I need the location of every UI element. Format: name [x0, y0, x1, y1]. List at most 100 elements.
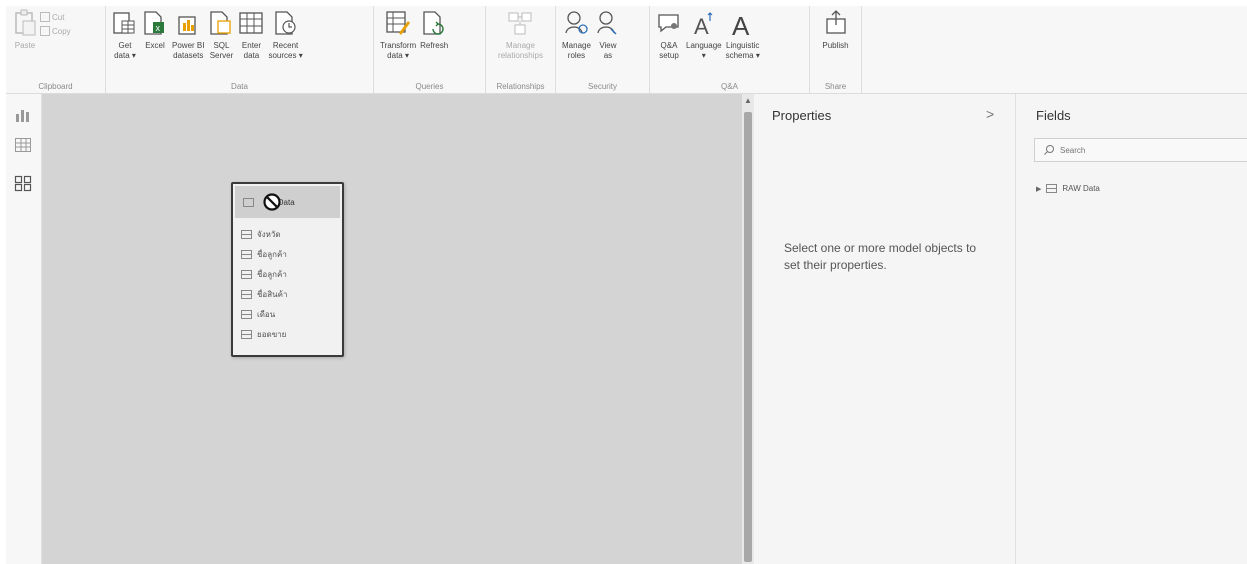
- fields-search-box[interactable]: [1034, 138, 1247, 162]
- paste-label: Paste: [14, 41, 36, 50]
- table-field-row[interactable]: จังหวัด: [241, 224, 342, 244]
- relationships-group-label: Relationships: [496, 82, 545, 91]
- view-as-button[interactable]: View as: [593, 8, 623, 61]
- column-icon: [241, 229, 252, 239]
- properties-title: Properties: [772, 108, 832, 123]
- qa-setup-icon: [656, 8, 682, 38]
- column-icon: [241, 249, 252, 259]
- table-field-row[interactable]: ยอดขาย: [241, 324, 342, 344]
- qa-setup-button[interactable]: Q&A setup: [654, 8, 684, 61]
- cut-label: Cut: [52, 12, 65, 22]
- manage-roles-label: Manage roles: [562, 41, 591, 60]
- paste-icon: [12, 8, 38, 38]
- view-switcher: [6, 94, 42, 564]
- table-field-row[interactable]: ชื่อลูกค้า: [241, 244, 342, 264]
- linguistic-schema-icon: A: [730, 8, 756, 38]
- language-button[interactable]: A Language ▾: [684, 8, 724, 61]
- recent-sources-button[interactable]: Recent sources ▾: [266, 8, 304, 61]
- table-card[interactable]: W Data จังหวัด ชื่อลูกค้า ชื่อลูกค้า ชื่อสิ…: [231, 182, 344, 357]
- refresh-button[interactable]: Refresh: [418, 8, 450, 51]
- data-view-icon[interactable]: [14, 136, 32, 154]
- share-group: Publish Share: [810, 6, 862, 94]
- view-as-icon: [595, 8, 621, 38]
- manage-relationships-button[interactable]: Manage relationships: [496, 8, 545, 61]
- power-bi-datasets-label: Power BI datasets: [172, 41, 205, 60]
- column-icon: [241, 329, 252, 339]
- collapse-properties-icon[interactable]: >: [986, 106, 994, 122]
- qa-setup-label: Q&A setup: [659, 41, 679, 60]
- column-icon: [241, 309, 252, 319]
- excel-label: Excel: [145, 41, 165, 50]
- manage-relationships-label: Manage relationships: [498, 41, 543, 60]
- column-icon: [241, 289, 252, 299]
- table-field-row[interactable]: ชื่อลูกค้า: [241, 264, 342, 284]
- data-group-label: Data: [231, 82, 248, 91]
- copy-label: Copy: [52, 26, 71, 36]
- enter-data-label: Enter data: [241, 41, 262, 60]
- get-data-button[interactable]: Get data ▾: [110, 8, 140, 61]
- datasets-icon: [175, 8, 201, 38]
- fields-table-label: RAW Data: [1062, 184, 1100, 193]
- power-bi-window: Paste Cut Copy Clipboard Get data ▾ x Ex…: [0, 0, 1247, 564]
- scrollbar-thumb[interactable]: [744, 112, 752, 562]
- recent-sources-icon: [273, 8, 299, 38]
- publish-button[interactable]: Publish: [820, 8, 850, 51]
- language-icon: A: [691, 8, 717, 38]
- not-allowed-cursor-icon: [263, 193, 281, 211]
- svg-text:A: A: [732, 11, 750, 37]
- expand-caret-icon[interactable]: ▶: [1036, 185, 1041, 193]
- data-group: Get data ▾ x Excel Power BI datasets SQL…: [106, 6, 374, 94]
- language-label: Language ▾: [686, 41, 722, 60]
- fields-table-item[interactable]: ▶ RAW Data: [1036, 184, 1100, 193]
- svg-text:x: x: [156, 23, 161, 33]
- properties-pane: Properties > Select one or more model ob…: [754, 94, 1016, 564]
- get-data-label: Get data ▾: [114, 41, 136, 60]
- queries-group-label: Queries: [415, 82, 444, 91]
- table-field-label: ชื่อลูกค้า: [257, 249, 287, 259]
- linguistic-schema-button[interactable]: A Linguistic schema ▾: [724, 8, 762, 61]
- table-field-label: ชื่อสินค้า: [257, 289, 288, 299]
- search-icon: [1044, 145, 1054, 155]
- excel-button[interactable]: x Excel: [140, 8, 170, 51]
- table-field-row[interactable]: ชื่อสินค้า: [241, 284, 342, 304]
- refresh-icon: [421, 8, 447, 38]
- paste-button[interactable]: Paste: [10, 8, 40, 51]
- table-field-row[interactable]: เดือน: [241, 304, 342, 324]
- power-bi-datasets-button[interactable]: Power BI datasets: [170, 8, 206, 61]
- copy-icon: [40, 26, 50, 36]
- publish-label: Publish: [822, 41, 849, 50]
- table-field-label: ชื่อลูกค้า: [257, 269, 287, 279]
- clipboard-group-label: Clipboard: [38, 82, 73, 91]
- copy-button[interactable]: Copy: [40, 24, 71, 38]
- table-field-label: ยอดขาย: [257, 329, 287, 339]
- transform-data-button[interactable]: Transform data ▾: [378, 8, 418, 61]
- fields-search-input[interactable]: [1060, 145, 1240, 155]
- enter-data-icon: [238, 8, 264, 38]
- get-data-icon: [112, 8, 138, 38]
- table-card-header[interactable]: W Data: [235, 186, 340, 218]
- sql-server-button[interactable]: SQL Server: [206, 8, 236, 61]
- transform-data-label: Transform data ▾: [380, 41, 417, 60]
- table-icon: [1046, 184, 1058, 193]
- manage-roles-button[interactable]: Manage roles: [560, 8, 593, 61]
- roles-icon: [563, 8, 589, 38]
- qa-group-label: Q&A: [721, 82, 738, 91]
- scroll-up-button[interactable]: ▲: [742, 94, 754, 108]
- transform-data-icon: [385, 8, 411, 38]
- table-icon: [243, 197, 254, 207]
- vertical-scrollbar[interactable]: [742, 108, 754, 564]
- enter-data-button[interactable]: Enter data: [236, 8, 266, 61]
- cut-icon: [40, 12, 50, 22]
- cut-button[interactable]: Cut: [40, 10, 71, 24]
- relationships-group: Manage relationships Relationships: [486, 6, 556, 94]
- model-view-icon[interactable]: [14, 174, 32, 192]
- report-view-icon[interactable]: [14, 106, 32, 124]
- column-icon: [241, 269, 252, 279]
- model-canvas[interactable]: [42, 94, 742, 564]
- relationships-icon: [507, 8, 533, 38]
- clipboard-group: Paste Cut Copy Clipboard: [6, 6, 106, 94]
- table-field-label: จังหวัด: [257, 229, 281, 239]
- sql-server-label: SQL Server: [209, 41, 234, 60]
- table-card-fields: จังหวัด ชื่อลูกค้า ชื่อลูกค้า ชื่อสินค้า เดื…: [233, 220, 342, 344]
- publish-icon: [823, 8, 849, 38]
